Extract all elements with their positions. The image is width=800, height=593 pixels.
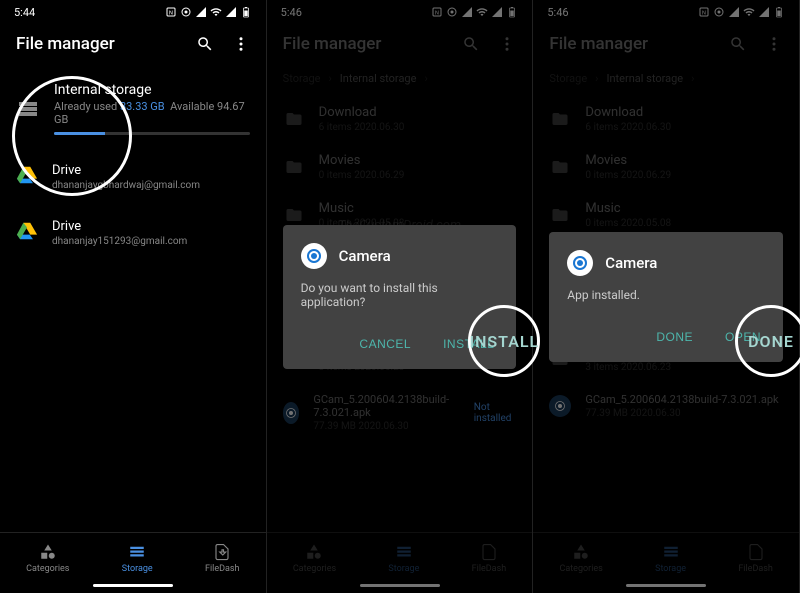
done-button[interactable]: DONE xyxy=(652,322,697,352)
search-icon[interactable] xyxy=(196,35,214,53)
dialog-title: Camera xyxy=(339,247,391,265)
nav-storage[interactable]: Storage xyxy=(122,543,153,574)
open-button[interactable]: OPEN xyxy=(721,322,765,352)
camera-app-icon xyxy=(301,243,327,269)
drive-account-1[interactable]: Drive dhananjaygbhardwaj@gmail.com xyxy=(0,149,266,205)
status-time: 5:44 xyxy=(14,6,35,19)
bottom-nav: Categories Storage FileDash xyxy=(0,532,266,580)
svg-text:N: N xyxy=(169,11,173,17)
done-dialog-overlay: Camera App installed. DONE OPEN xyxy=(533,0,799,593)
cancel-button[interactable]: CANCEL xyxy=(355,329,415,359)
status-icons: N xyxy=(165,6,252,18)
phone-screen-3: 5:46 N File manager Storage›Internal sto… xyxy=(533,0,800,593)
drive-icon xyxy=(16,220,38,246)
done-dialog: Camera App installed. DONE OPEN xyxy=(549,232,783,362)
header-title: File manager xyxy=(16,34,115,54)
drive-icon xyxy=(16,164,38,190)
drive-email: dhananjaygbhardwaj@gmail.com xyxy=(52,180,200,191)
storage-progress xyxy=(54,132,250,135)
dialog-message: App installed. xyxy=(567,288,765,302)
more-icon[interactable] xyxy=(232,35,250,53)
phone-screen-1: 5:44 N File manager Internal storage Alr… xyxy=(0,0,267,593)
status-bar: 5:44 N xyxy=(0,0,266,24)
drive-account-2[interactable]: Drive dhananjay151293@gmail.com xyxy=(0,205,266,261)
internal-storage-card[interactable]: Internal storage Already used 33.33 GB A… xyxy=(0,68,266,149)
drive-title: Drive xyxy=(52,163,200,178)
dialog-title: Camera xyxy=(605,254,657,272)
storage-icon xyxy=(16,97,40,121)
drive-title: Drive xyxy=(52,219,187,234)
nav-filedash[interactable]: FileDash xyxy=(205,543,240,574)
nav-categories[interactable]: Categories xyxy=(26,543,69,574)
install-button[interactable]: INSTALL xyxy=(439,329,498,359)
dialog-message: Do you want to install this application? xyxy=(301,281,499,309)
camera-app-icon xyxy=(567,250,593,276)
gesture-bar xyxy=(93,584,173,587)
storage-subtitle: Already used 33.33 GB Available 94.67 GB xyxy=(54,100,250,126)
install-dialog-overlay: Camera Do you want to install this appli… xyxy=(267,0,533,593)
app-header: File manager xyxy=(0,24,266,68)
install-dialog: Camera Do you want to install this appli… xyxy=(283,225,517,369)
drive-email: dhananjay151293@gmail.com xyxy=(52,236,187,247)
phone-screen-2: 5:46 N File manager Storage›Internal sto… xyxy=(267,0,534,593)
storage-title: Internal storage xyxy=(54,82,250,98)
